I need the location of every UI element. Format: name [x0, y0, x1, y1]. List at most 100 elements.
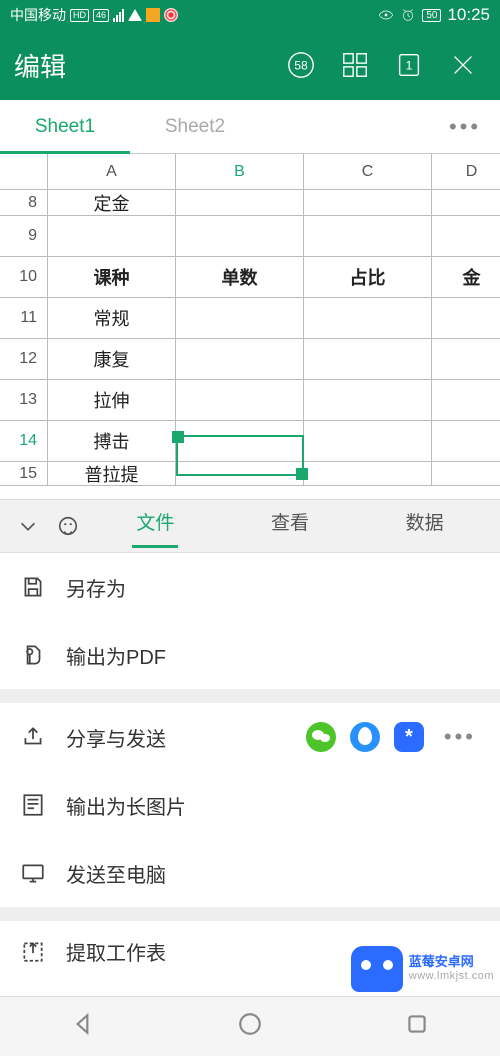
cell[interactable] — [432, 190, 500, 216]
cell[interactable] — [176, 298, 304, 339]
cell[interactable] — [176, 339, 304, 380]
spreadsheet[interactable]: A B C D 8定金910课种单数占比金11常规12康复13拉伸14搏击15普… — [0, 154, 500, 499]
table-row: 14搏击 — [0, 421, 500, 462]
watermark-robot-icon — [351, 946, 403, 992]
monitor-icon — [18, 858, 48, 888]
cell[interactable] — [176, 190, 304, 216]
cell[interactable] — [304, 298, 432, 339]
svg-text:58: 58 — [294, 59, 308, 73]
table-row: 11常规 — [0, 298, 500, 339]
menu-item-export-image[interactable]: 输出为长图片 — [0, 771, 500, 839]
sheet-tabs-more[interactable]: ••• — [430, 114, 500, 140]
cell[interactable]: 拉伸 — [48, 380, 176, 421]
signal-icon — [113, 9, 124, 22]
single-view-button[interactable]: 1 — [386, 42, 432, 88]
toolbar-title: 编辑 — [14, 47, 66, 84]
col-header-a[interactable]: A — [48, 154, 176, 190]
cell[interactable]: 课种 — [48, 257, 176, 298]
image-export-icon — [18, 790, 48, 820]
battery-badge: 50 — [422, 9, 441, 22]
grid-view-button[interactable] — [332, 42, 378, 88]
menu-item-save-as[interactable]: 另存为 — [0, 553, 500, 621]
row-header[interactable]: 14 — [0, 421, 48, 462]
row-header[interactable]: 9 — [0, 216, 48, 257]
row-header[interactable]: 13 — [0, 380, 48, 421]
cell[interactable] — [432, 298, 500, 339]
cell[interactable] — [432, 462, 500, 486]
menu-item-export-pdf[interactable]: 输出为PDF — [0, 621, 500, 689]
row-header[interactable]: 8 — [0, 190, 48, 216]
cell[interactable] — [432, 216, 500, 257]
menu-tab-data[interactable]: 数据 — [402, 504, 448, 548]
cell[interactable]: 单数 — [176, 257, 304, 298]
menu-label: 提取工作表 — [66, 937, 166, 966]
menu-label: 分享与发送 — [66, 723, 166, 752]
carrier-label: 中国移动 — [10, 5, 66, 25]
cell[interactable]: 普拉提 — [48, 462, 176, 486]
star-app-icon[interactable]: * — [394, 722, 424, 752]
menu-item-share[interactable]: 分享与发送 * ••• — [0, 703, 500, 771]
app-badge-icon — [146, 8, 160, 22]
menu-tab-bar: 文件 查看 数据 — [0, 499, 500, 553]
wifi-icon — [128, 9, 142, 21]
col-header-b[interactable]: B — [176, 154, 304, 190]
toolbar: 编辑 58 1 — [0, 30, 500, 100]
nav-home-button[interactable] — [237, 1011, 263, 1042]
menu-item-send-pc[interactable]: 发送至电脑 — [0, 839, 500, 907]
cell[interactable]: 占比 — [304, 257, 432, 298]
row-header[interactable]: 10 — [0, 257, 48, 298]
sheet-tabs: Sheet1 Sheet2 ••• — [0, 100, 500, 154]
cell[interactable] — [304, 339, 432, 380]
menu-label: 另存为 — [66, 573, 126, 602]
qq-icon[interactable] — [350, 722, 380, 752]
cell[interactable]: 定金 — [48, 190, 176, 216]
cell[interactable] — [432, 421, 500, 462]
svg-text:1: 1 — [406, 59, 413, 73]
cell[interactable] — [304, 421, 432, 462]
watermark-url: www.lmkjst.com — [409, 970, 494, 983]
cell[interactable] — [432, 339, 500, 380]
cell[interactable] — [176, 462, 304, 486]
row-header[interactable]: 11 — [0, 298, 48, 339]
cell[interactable] — [176, 421, 304, 462]
cell[interactable]: 搏击 — [48, 421, 176, 462]
menu-tab-file[interactable]: 文件 — [132, 504, 178, 548]
status-bar: 中国移动 HD 46 50 10:25 — [0, 0, 500, 30]
cell[interactable]: 常规 — [48, 298, 176, 339]
wechat-icon[interactable] — [306, 722, 336, 752]
cell[interactable] — [304, 380, 432, 421]
sheet-tab-2[interactable]: Sheet2 — [130, 100, 260, 153]
counter-button[interactable]: 58 — [278, 42, 324, 88]
row-header[interactable]: 12 — [0, 339, 48, 380]
cell[interactable] — [176, 216, 304, 257]
cell[interactable] — [304, 462, 432, 486]
network-badge: 46 — [93, 9, 109, 22]
menu-tab-view[interactable]: 查看 — [267, 504, 313, 548]
system-nav-bar — [0, 996, 500, 1056]
menu-label: 输出为PDF — [66, 641, 166, 670]
row-header[interactable]: 15 — [0, 462, 48, 486]
watermark-title: 蓝莓安卓网 — [409, 955, 494, 970]
sheet-tab-1[interactable]: Sheet1 — [0, 100, 130, 153]
pdf-icon — [18, 640, 48, 670]
cell[interactable]: 康复 — [48, 339, 176, 380]
table-row: 9 — [0, 216, 500, 257]
share-more-button[interactable]: ••• — [438, 724, 482, 750]
collapse-menu-button[interactable] — [8, 506, 48, 546]
col-header-d[interactable]: D — [432, 154, 500, 190]
table-row: 13拉伸 — [0, 380, 500, 421]
select-all-corner[interactable] — [0, 154, 48, 190]
cell[interactable] — [304, 216, 432, 257]
table-row: 8定金 — [0, 190, 500, 216]
assistant-button[interactable] — [48, 506, 88, 546]
cell[interactable] — [432, 380, 500, 421]
col-header-c[interactable]: C — [304, 154, 432, 190]
cell[interactable]: 金 — [432, 257, 500, 298]
cell[interactable] — [304, 190, 432, 216]
nav-back-button[interactable] — [70, 1011, 96, 1042]
close-button[interactable] — [440, 42, 486, 88]
cell[interactable] — [48, 216, 176, 257]
table-row: 10课种单数占比金 — [0, 257, 500, 298]
cell[interactable] — [176, 380, 304, 421]
nav-recents-button[interactable] — [404, 1011, 430, 1042]
